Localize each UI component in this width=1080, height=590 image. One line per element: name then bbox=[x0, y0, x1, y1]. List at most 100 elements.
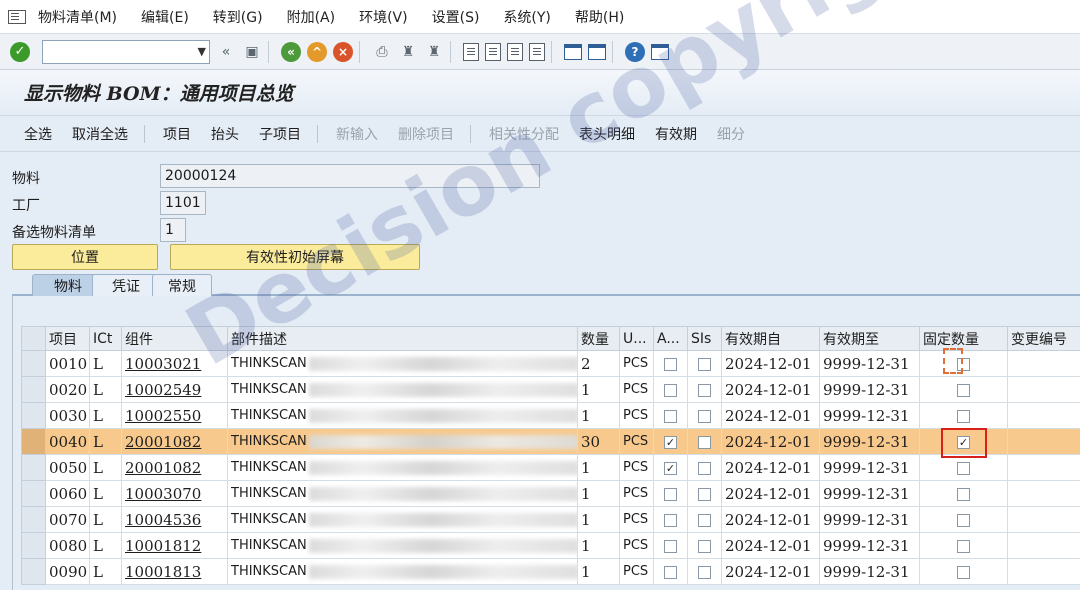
fixed-qty-checkbox[interactable] bbox=[957, 383, 970, 397]
row-selector[interactable] bbox=[21, 350, 46, 377]
fixed-qty-checkbox[interactable] bbox=[957, 513, 970, 527]
sis-flag-checkbox[interactable] bbox=[698, 383, 711, 397]
component-link[interactable]: 20001082 bbox=[121, 454, 228, 481]
component-link[interactable]: 10001812 bbox=[121, 532, 228, 559]
menu-extras[interactable]: 附加(A) bbox=[287, 7, 336, 27]
a-flag-checkbox[interactable] bbox=[664, 357, 677, 371]
component-link[interactable]: 10001813 bbox=[121, 558, 228, 585]
sis-flag-checkbox[interactable] bbox=[698, 539, 711, 553]
column-header-a[interactable]: A... bbox=[653, 326, 688, 351]
column-header-quantity[interactable]: 数量 bbox=[577, 326, 620, 351]
column-header-fixed-qty[interactable]: 固定数量 bbox=[919, 326, 1008, 351]
alt-bom-field[interactable]: 1 bbox=[160, 218, 186, 242]
component-link[interactable]: 10004536 bbox=[121, 506, 228, 533]
row-selector[interactable] bbox=[21, 428, 46, 455]
last-page-icon[interactable] bbox=[529, 42, 545, 61]
back-arrows-icon[interactable]: « bbox=[216, 42, 236, 62]
find-icon[interactable]: ♜ bbox=[398, 42, 418, 62]
table-row[interactable]: 0090 L 10001813 THINKSCAN 1 PCS 2024-12-01 9999… bbox=[21, 558, 1080, 585]
row-selector[interactable] bbox=[21, 558, 46, 585]
sis-flag-checkbox[interactable] bbox=[698, 461, 711, 475]
sis-flag-checkbox[interactable] bbox=[698, 487, 711, 501]
select-all-cell[interactable] bbox=[21, 326, 46, 351]
validity-initial-screen-button[interactable]: 有效性初始屏幕 bbox=[170, 244, 420, 270]
table-row[interactable]: 0010 L 10003021 THINKSCAN 2 PCS 2024-12-01 9999… bbox=[21, 350, 1080, 377]
column-header-description[interactable]: 部件描述 bbox=[227, 326, 578, 351]
sub-item-button[interactable]: 子项目 bbox=[259, 124, 301, 144]
component-link[interactable]: 20001082 bbox=[121, 428, 228, 455]
back-icon[interactable]: « bbox=[281, 41, 301, 62]
quantity-cell[interactable]: 1 bbox=[577, 480, 620, 507]
select-all-button[interactable]: 全选 bbox=[24, 124, 52, 144]
column-header-change-number[interactable]: 变更编号 bbox=[1007, 326, 1080, 351]
table-row[interactable]: 0060 L 10003070 THINKSCAN 1 PCS 2024-12-01 9999… bbox=[21, 480, 1080, 507]
fixed-qty-checkbox[interactable] bbox=[957, 565, 970, 579]
fixed-qty-checkbox[interactable] bbox=[957, 487, 970, 501]
shortcut-icon[interactable] bbox=[588, 43, 606, 60]
item-button[interactable]: 项目 bbox=[163, 124, 191, 144]
menu-system[interactable]: 系统(Y) bbox=[503, 7, 550, 27]
a-flag-checkbox[interactable]: ✓ bbox=[664, 461, 677, 475]
table-row[interactable]: 0040 L 20001082 THINKSCAN 30 PCS ✓ 2024-12-01 99… bbox=[21, 428, 1080, 455]
sis-flag-checkbox[interactable] bbox=[698, 513, 711, 527]
tab-general[interactable]: 常规 bbox=[152, 274, 212, 296]
plant-field[interactable]: 1101 bbox=[160, 191, 206, 215]
row-selector[interactable] bbox=[21, 454, 46, 481]
component-link[interactable]: 10002550 bbox=[121, 402, 228, 429]
first-page-icon[interactable] bbox=[463, 42, 479, 61]
validity-button[interactable]: 有效期 bbox=[655, 124, 697, 144]
a-flag-checkbox[interactable] bbox=[664, 513, 677, 527]
quantity-cell[interactable]: 1 bbox=[577, 558, 620, 585]
component-link[interactable]: 10003070 bbox=[121, 480, 228, 507]
new-session-icon[interactable] bbox=[564, 43, 582, 60]
column-header-valid-from[interactable]: 有效期自 bbox=[721, 326, 820, 351]
table-row[interactable]: 0080 L 10001812 THINKSCAN 1 PCS 2024-12-01 9999… bbox=[21, 532, 1080, 559]
find-next-icon[interactable]: ♜ bbox=[424, 42, 444, 62]
menu-help[interactable]: 帮助(H) bbox=[575, 7, 624, 27]
dependency-assign-button[interactable]: 相关性分配 bbox=[489, 124, 559, 144]
a-flag-checkbox[interactable] bbox=[664, 487, 677, 501]
fixed-qty-checkbox[interactable] bbox=[957, 409, 970, 423]
table-row[interactable]: 0020 L 10002549 THINKSCAN 1 PCS 2024-12-01 9999… bbox=[21, 376, 1080, 403]
delete-item-button[interactable]: 删除项目 bbox=[398, 124, 454, 144]
row-selector[interactable] bbox=[21, 402, 46, 429]
cancel-icon[interactable]: × bbox=[333, 41, 353, 62]
print-icon[interactable]: ⎙ bbox=[372, 42, 392, 62]
table-row[interactable]: 0050 L 20001082 THINKSCAN 1 PCS ✓ 2024-12-01 999… bbox=[21, 454, 1080, 481]
command-input[interactable] bbox=[43, 40, 188, 63]
menu-edit[interactable]: 编辑(E) bbox=[141, 7, 189, 27]
position-button[interactable]: 位置 bbox=[12, 244, 158, 270]
table-row[interactable]: 0030 L 10002550 THINKSCAN 1 PCS 2024-12-01 9999… bbox=[21, 402, 1080, 429]
row-selector[interactable] bbox=[21, 376, 46, 403]
quantity-cell[interactable]: 1 bbox=[577, 506, 620, 533]
enter-checkmark-icon[interactable]: ✓ bbox=[10, 41, 30, 62]
column-header-component[interactable]: 组件 bbox=[121, 326, 228, 351]
quantity-cell[interactable]: 2 bbox=[577, 350, 620, 377]
a-flag-checkbox[interactable] bbox=[664, 383, 677, 397]
quantity-cell[interactable]: 30 bbox=[577, 428, 620, 455]
column-header-unit[interactable]: U... bbox=[619, 326, 654, 351]
row-selector[interactable] bbox=[21, 506, 46, 533]
component-link[interactable]: 10003021 bbox=[121, 350, 228, 377]
row-selector[interactable] bbox=[21, 532, 46, 559]
fixed-qty-checkbox[interactable] bbox=[957, 539, 970, 553]
quantity-cell[interactable]: 1 bbox=[577, 402, 620, 429]
menu-bom[interactable]: 物料清单(M) bbox=[38, 7, 117, 27]
menu-environment[interactable]: 环境(V) bbox=[359, 7, 408, 27]
exit-icon[interactable]: ^ bbox=[307, 41, 327, 62]
detail-button[interactable]: 细分 bbox=[717, 124, 745, 144]
a-flag-checkbox[interactable] bbox=[664, 409, 677, 423]
layout-monitor-icon[interactable] bbox=[651, 43, 669, 60]
header-detail-button[interactable]: 表头明细 bbox=[579, 124, 635, 144]
previous-page-icon[interactable] bbox=[485, 42, 501, 61]
column-header-sis[interactable]: SIs bbox=[687, 326, 722, 351]
quantity-cell[interactable]: 1 bbox=[577, 454, 620, 481]
header-button[interactable]: 抬头 bbox=[211, 124, 239, 144]
sis-flag-checkbox[interactable] bbox=[698, 357, 711, 371]
deselect-all-button[interactable]: 取消全选 bbox=[72, 124, 128, 144]
a-flag-checkbox[interactable]: ✓ bbox=[664, 435, 677, 449]
fixed-qty-checkbox[interactable] bbox=[957, 461, 970, 475]
tab-document[interactable]: 凭证 bbox=[92, 274, 160, 296]
menu-goto[interactable]: 转到(G) bbox=[213, 7, 263, 27]
new-entry-button[interactable]: 新输入 bbox=[336, 124, 378, 144]
